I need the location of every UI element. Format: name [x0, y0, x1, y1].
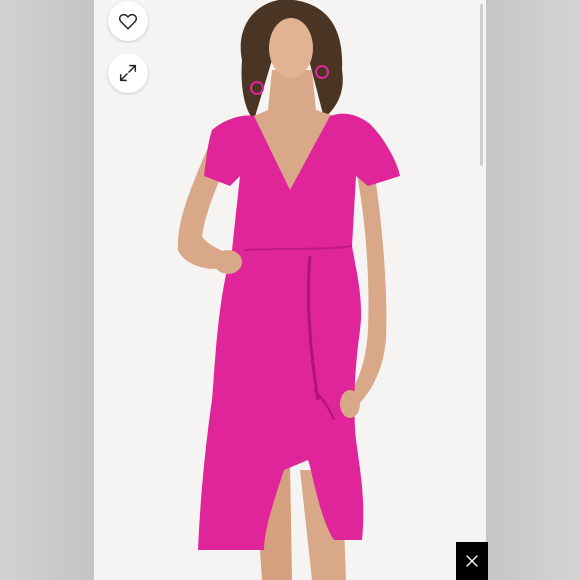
- product-photo: [94, 0, 486, 580]
- expand-arrows-icon: [119, 64, 137, 82]
- close-icon: [466, 555, 478, 567]
- scrollbar[interactable]: [480, 4, 483, 166]
- like-button[interactable]: [108, 1, 148, 41]
- right-backdrop: [486, 0, 580, 580]
- expand-button[interactable]: [108, 53, 148, 93]
- close-button[interactable]: [456, 542, 488, 580]
- image-viewer: [94, 0, 486, 580]
- left-backdrop: [0, 0, 94, 580]
- heart-icon: [119, 13, 137, 30]
